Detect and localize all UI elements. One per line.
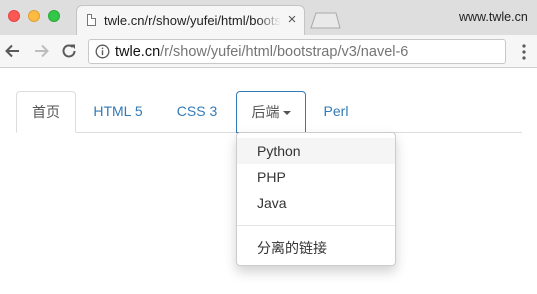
- tab-backend-label: 后端: [251, 104, 280, 120]
- back-button[interactable]: [3, 41, 23, 61]
- new-tab-button[interactable]: [309, 12, 341, 29]
- new-tab-icon: [310, 12, 341, 29]
- reload-icon: [62, 44, 76, 58]
- minimize-window-button[interactable]: [28, 10, 40, 22]
- url-text: twle.cn/r/show/yufei/html/bootstrap/v3/n…: [115, 43, 500, 61]
- tab-home[interactable]: 首页: [16, 91, 76, 133]
- browser-toolbar: twle.cn/r/show/yufei/html/bootstrap/v3/n…: [0, 35, 537, 68]
- nav-tabs: 首页 HTML 5 CSS 3 后端 Perl: [16, 91, 522, 133]
- dropdown-item-java[interactable]: Java: [237, 190, 395, 216]
- browser-tab[interactable]: twle.cn/r/show/yufei/html/bootstrap/v3/n…: [76, 5, 305, 35]
- browser-title-bar: twle.cn/r/show/yufei/html/bootstrap/v3/n…: [0, 0, 537, 35]
- forward-button[interactable]: [31, 41, 51, 61]
- maximize-window-button[interactable]: [48, 10, 60, 22]
- tab-perl[interactable]: Perl: [314, 91, 358, 133]
- vertical-dots-icon: [522, 44, 526, 60]
- page-document-icon: [87, 14, 96, 26]
- tab-close-icon[interactable]: ×: [285, 12, 299, 28]
- tab-css3[interactable]: CSS 3: [167, 91, 227, 133]
- dropdown-divider: [237, 225, 395, 226]
- tab-title: twle.cn/r/show/yufei/html/bootstrap/v3/n…: [104, 13, 281, 29]
- tab-html5[interactable]: HTML 5: [84, 91, 152, 133]
- url-host: twle.cn: [115, 44, 161, 60]
- close-window-button[interactable]: [8, 10, 20, 22]
- url-path: /r/show/yufei/html/bootstrap/v3/navel-6: [160, 44, 409, 60]
- dropdown-item-python[interactable]: Python: [237, 138, 395, 164]
- address-bar[interactable]: twle.cn/r/show/yufei/html/bootstrap/v3/n…: [88, 39, 506, 64]
- browser-menu-button[interactable]: [517, 42, 531, 62]
- info-icon[interactable]: [95, 44, 110, 59]
- dropdown-item-php[interactable]: PHP: [237, 164, 395, 190]
- caret-down-icon: [282, 111, 291, 116]
- tab-backend-dropdown-toggle[interactable]: 后端: [236, 91, 306, 133]
- dropdown-item-separated-link[interactable]: 分离的链接: [237, 235, 395, 261]
- reload-button[interactable]: [59, 41, 79, 61]
- window-profile-label: www.twle.cn: [459, 10, 528, 24]
- backend-dropdown-menu: Python PHP Java 分离的链接: [236, 132, 396, 266]
- arrow-left-icon: [5, 44, 19, 58]
- arrow-right-icon: [35, 44, 49, 58]
